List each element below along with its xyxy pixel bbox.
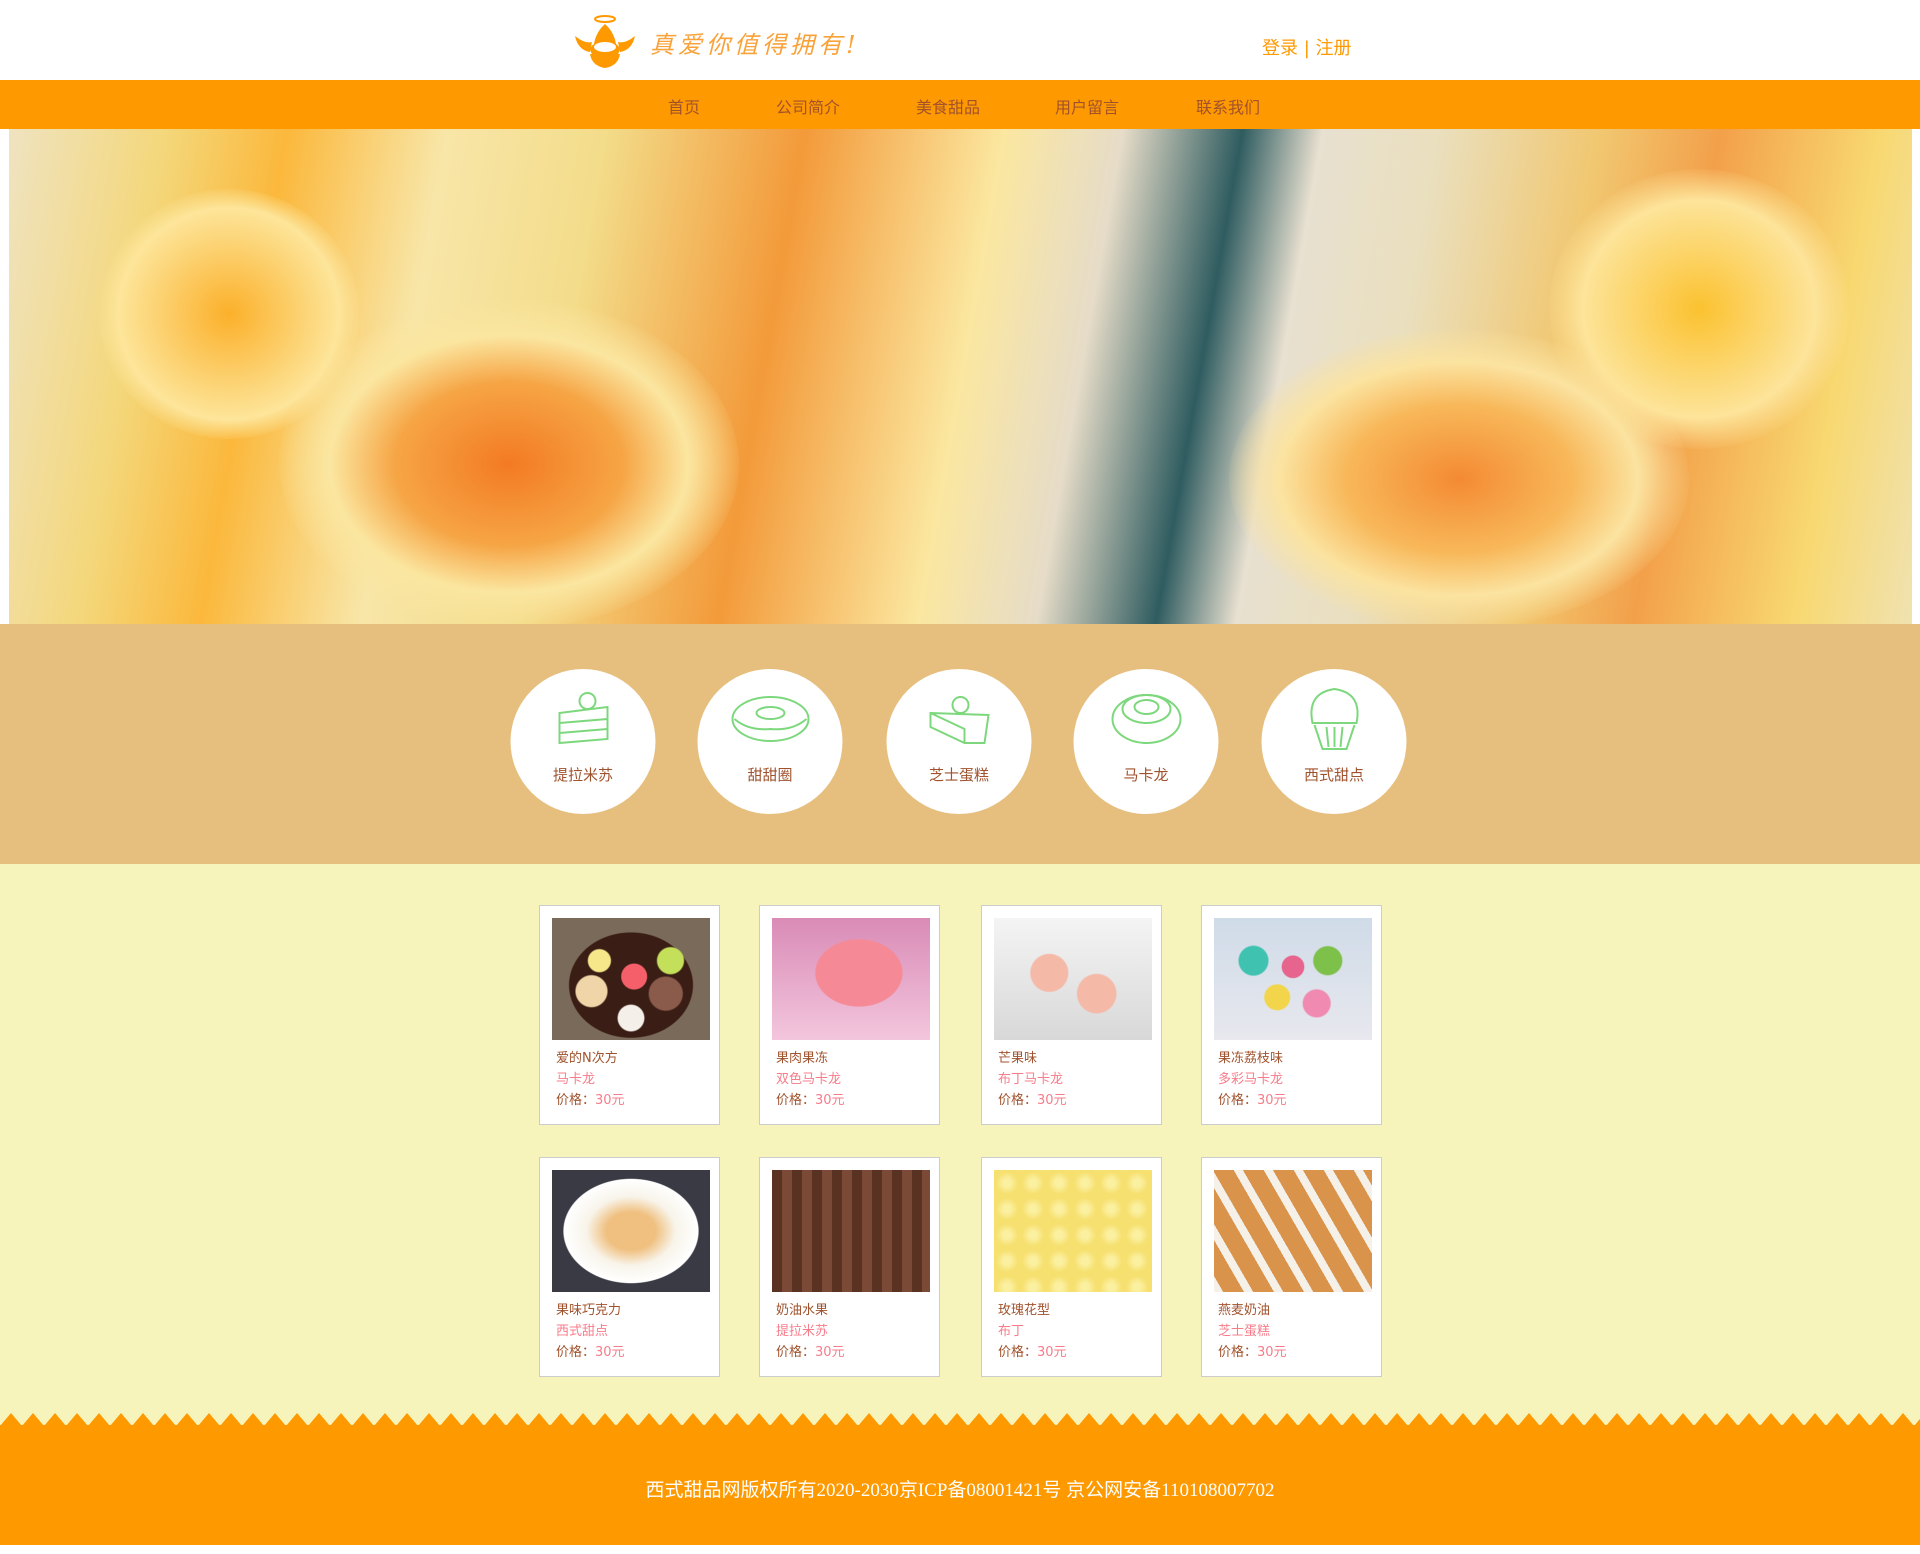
product-price: 价格：30元 <box>776 1089 845 1108</box>
product-name[interactable]: 芒果味 <box>998 1047 1037 1066</box>
nav-about[interactable]: 公司简介 <box>776 94 840 118</box>
category-label: 甜甜圈 <box>747 766 793 784</box>
category-section: 提拉米苏 甜甜圈 芝士蛋糕 马卡龙 西式甜点 <box>0 624 1920 864</box>
product-name[interactable]: 爱的N次方 <box>556 1047 618 1066</box>
main-nav: 首页 公司简介 美食甜品 用户留言 联系我们 <box>0 80 1920 129</box>
product-card[interactable]: 燕麦奶油 芝士蛋糕 价格：30元 <box>1201 1157 1382 1377</box>
category-western[interactable]: 西式甜点 <box>1261 669 1407 814</box>
price-label: 价格： <box>998 1093 1038 1108</box>
product-category: 双色马卡龙 <box>776 1072 842 1087</box>
product-image[interactable] <box>552 918 710 1040</box>
product-price: 价格：30元 <box>998 1341 1067 1360</box>
nav-messages[interactable]: 用户留言 <box>1055 94 1119 118</box>
product-card[interactable]: 玫瑰花型 布丁 价格：30元 <box>981 1157 1162 1377</box>
product-price: 价格：30元 <box>998 1089 1067 1108</box>
donut-icon <box>731 696 809 742</box>
product-price: 价格：30元 <box>556 1341 625 1360</box>
product-name[interactable]: 奶油水果 <box>776 1299 828 1318</box>
product-image[interactable] <box>1214 1170 1372 1292</box>
login-link[interactable]: 登录 <box>1262 38 1298 59</box>
logo[interactable]: 真爱你值得拥有! <box>570 14 860 70</box>
nav-home[interactable]: 首页 <box>668 94 700 118</box>
price-value: 30元 <box>595 1093 625 1108</box>
price-label: 价格： <box>1218 1345 1258 1360</box>
price-label: 价格： <box>556 1093 596 1108</box>
price-value: 30元 <box>1037 1093 1067 1108</box>
separator: | <box>1303 38 1310 59</box>
price-value: 30元 <box>595 1345 625 1360</box>
product-image[interactable] <box>994 1170 1152 1292</box>
category-cheesecake[interactable]: 芝士蛋糕 <box>886 669 1032 814</box>
price-value: 30元 <box>1257 1093 1287 1108</box>
category-label: 西式甜点 <box>1303 766 1364 784</box>
price-value: 30元 <box>1257 1345 1287 1360</box>
product-category: 布丁 <box>998 1324 1025 1339</box>
copyright-text: 西式甜品网版权所有2020-2030京ICP备08001421号 京公网安备11… <box>645 1480 1275 1501</box>
product-image[interactable] <box>994 918 1152 1040</box>
product-name[interactable]: 果肉果冻 <box>776 1047 828 1066</box>
cupcake-icon <box>1310 687 1358 750</box>
footer: 西式甜品网版权所有2020-2030京ICP备08001421号 京公网安备11… <box>0 1413 1920 1545</box>
category-tiramisu[interactable]: 提拉米苏 <box>510 669 656 814</box>
product-section: 爱的N次方 马卡龙 价格：30元 果肉果冻 双色马卡龙 价格：30元 芒果味 布… <box>0 864 1920 1430</box>
price-label: 价格： <box>1218 1093 1258 1108</box>
logo-icon <box>570 14 640 70</box>
price-label: 价格： <box>776 1093 816 1108</box>
price-label: 价格： <box>556 1345 596 1360</box>
product-name[interactable]: 果味巧克力 <box>556 1299 621 1318</box>
product-name[interactable]: 燕麦奶油 <box>1218 1299 1270 1318</box>
product-category: 多彩马卡龙 <box>1218 1072 1284 1087</box>
product-image[interactable] <box>772 918 930 1040</box>
hero-banner <box>9 129 1912 624</box>
header: 真爱你值得拥有! 登录 | 注册 <box>0 0 1920 80</box>
price-value: 30元 <box>1037 1345 1067 1360</box>
product-category: 芝士蛋糕 <box>1218 1324 1271 1339</box>
product-card[interactable]: 果味巧克力 西式甜点 价格：30元 <box>539 1157 720 1377</box>
product-category: 布丁马卡龙 <box>998 1072 1064 1087</box>
category-label: 提拉米苏 <box>552 766 613 784</box>
macaron-icon <box>1111 694 1181 744</box>
product-card[interactable]: 果冻荔枝味 多彩马卡龙 价格：30元 <box>1201 905 1382 1125</box>
product-image[interactable] <box>552 1170 710 1292</box>
price-label: 价格： <box>776 1345 816 1360</box>
product-price: 价格：30元 <box>776 1341 845 1360</box>
product-card[interactable]: 芒果味 布丁马卡龙 价格：30元 <box>981 905 1162 1125</box>
price-label: 价格： <box>998 1345 1038 1360</box>
register-link[interactable]: 注册 <box>1316 38 1352 59</box>
product-category: 马卡龙 <box>556 1072 596 1087</box>
product-image[interactable] <box>772 1170 930 1292</box>
product-card[interactable]: 爱的N次方 马卡龙 价格：30元 <box>539 905 720 1125</box>
product-price: 价格：30元 <box>556 1089 625 1108</box>
product-image[interactable] <box>1214 918 1372 1040</box>
nav-contact[interactable]: 联系我们 <box>1196 94 1260 118</box>
product-price: 价格：30元 <box>1218 1089 1287 1108</box>
category-macaron[interactable]: 马卡龙 <box>1073 669 1219 814</box>
product-card[interactable]: 果肉果冻 双色马卡龙 价格：30元 <box>759 905 940 1125</box>
product-price: 价格：30元 <box>1218 1341 1287 1360</box>
product-category: 西式甜点 <box>556 1324 609 1339</box>
product-category: 提拉米苏 <box>776 1324 829 1339</box>
price-value: 30元 <box>815 1093 845 1108</box>
cake-slice-icon <box>558 692 608 745</box>
auth-links: 登录 | 注册 <box>1262 34 1352 60</box>
cheesecake-icon <box>929 696 990 744</box>
category-label: 芝士蛋糕 <box>928 766 989 784</box>
category-donut[interactable]: 甜甜圈 <box>697 669 843 814</box>
nav-desserts[interactable]: 美食甜品 <box>916 94 980 118</box>
product-card[interactable]: 奶油水果 提拉米苏 价格：30元 <box>759 1157 940 1377</box>
logo-slogan: 真爱你值得拥有! <box>650 30 860 59</box>
product-name[interactable]: 玫瑰花型 <box>998 1299 1050 1318</box>
price-value: 30元 <box>815 1345 845 1360</box>
product-name[interactable]: 果冻荔枝味 <box>1218 1047 1283 1066</box>
category-label: 马卡龙 <box>1123 766 1169 784</box>
zigzag-border <box>0 1413 1920 1426</box>
